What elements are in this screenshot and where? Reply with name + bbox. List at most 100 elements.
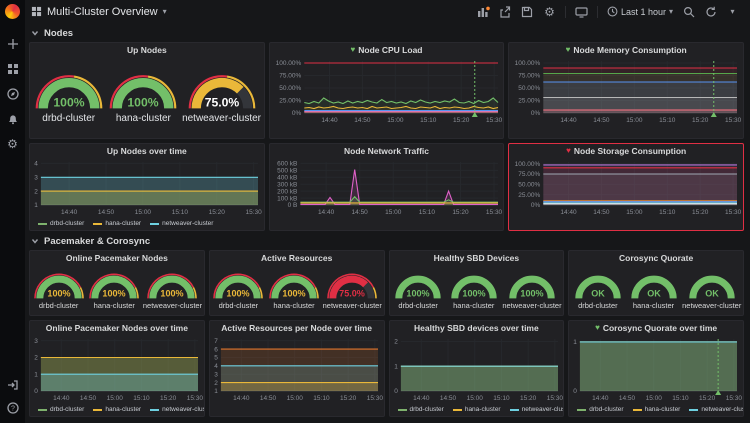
gauge: 75.0% netweaver-cluster bbox=[323, 269, 382, 310]
network-traffic-chart[interactable]: 14:40 14:50 15:00 15:10 15:20 15:30 600 kB 500 … bbox=[270, 158, 504, 230]
configuration-gear-icon[interactable]: ⚙ bbox=[6, 137, 20, 151]
svg-text:OK: OK bbox=[647, 288, 661, 298]
resources-over-time-chart[interactable]: 14:40 14:50 15:00 15:10 15:20 15:30 7 6 5 4 3 2 1 bbox=[210, 335, 384, 416]
time-range-picker[interactable]: Last 1 hour ▾ bbox=[604, 3, 676, 20]
online-pacemaker-gauges[interactable]: 100% drbd-cluster 100% hana-cluster 100% netw… bbox=[30, 265, 204, 315]
alerting-bell-icon[interactable] bbox=[6, 112, 20, 126]
legend-item[interactable]: netweaver-cluster bbox=[150, 406, 204, 413]
panel-header[interactable]: ♥ Node CPU Load bbox=[270, 43, 504, 57]
svg-text:3: 3 bbox=[34, 338, 38, 345]
panel-header[interactable]: Active Resources per Node over time bbox=[210, 321, 384, 335]
dashboard-title-group[interactable]: Multi-Cluster Overview ▾ bbox=[31, 6, 167, 18]
create-plus-icon[interactable] bbox=[6, 37, 20, 51]
svg-text:15:00: 15:00 bbox=[627, 117, 644, 124]
node-cpu-load-chart[interactable]: 14:40 14:50 15:00 15:10 15:20 15:30 100.00% 75.… bbox=[270, 57, 504, 138]
svg-text:15:00: 15:00 bbox=[135, 209, 152, 216]
panel-header[interactable]: Healthy SBD devices over time bbox=[390, 321, 564, 335]
grafana-logo[interactable] bbox=[0, 0, 25, 23]
time-range-label: Last 1 hour bbox=[620, 6, 666, 17]
section-label: Nodes bbox=[44, 27, 74, 39]
sbd-over-time-chart[interactable]: 14:40 14:50 15:00 15:10 15:20 15:30 2 1 0 bbox=[390, 335, 564, 403]
svg-text:14:50: 14:50 bbox=[594, 117, 611, 124]
legend-item[interactable]: drbd-cluster bbox=[577, 406, 624, 413]
svg-text:3: 3 bbox=[34, 174, 38, 181]
svg-text:300 kB: 300 kB bbox=[277, 181, 297, 188]
panel-header[interactable]: Up Nodes bbox=[30, 43, 264, 57]
panel-corosync-quorate: Corosync Quorate OK drbd-cluster OK hana-cl… bbox=[568, 250, 744, 316]
panel-title-text: Healthy SBD devices over time bbox=[414, 323, 539, 333]
row-header-pacemaker-corosync[interactable]: Pacemaker & Corosync bbox=[31, 235, 744, 247]
svg-text:1: 1 bbox=[214, 388, 218, 395]
panel-header[interactable]: Up Nodes over time bbox=[30, 144, 264, 158]
legend-item[interactable]: hana-cluster bbox=[632, 406, 680, 413]
explore-compass-icon[interactable] bbox=[6, 87, 20, 101]
save-button[interactable] bbox=[518, 3, 537, 20]
gauge-cluster-label: drbd-cluster bbox=[578, 300, 618, 310]
gauge-cluster-label: netweaver-cluster bbox=[182, 113, 261, 124]
legend-item[interactable]: drbd-cluster bbox=[397, 406, 444, 413]
panel-title-text: Node CPU Load bbox=[358, 45, 423, 55]
corosync-quorate-gauges[interactable]: OK drbd-cluster OK hana-cluster OK netweaver-… bbox=[569, 265, 743, 315]
quorate-over-time-chart[interactable]: 14:40 14:50 15:00 15:10 15:20 15:30 1 0 bbox=[569, 335, 743, 403]
svg-text:0: 0 bbox=[394, 388, 398, 395]
gauge-cluster-label: netweaver-cluster bbox=[502, 300, 562, 310]
legend-series-label: netweaver-cluster bbox=[701, 406, 743, 413]
help-icon[interactable]: ? bbox=[6, 401, 20, 415]
panel-title-text: Node Storage Consumption bbox=[573, 146, 687, 156]
gauge-arc: 100% bbox=[451, 275, 497, 298]
panel-title-text: Node Memory Consumption bbox=[573, 45, 687, 55]
legend-item[interactable]: hana-cluster bbox=[452, 406, 501, 413]
settings-gear-button[interactable]: ⚙ bbox=[540, 3, 559, 20]
sign-in-icon[interactable] bbox=[6, 378, 20, 392]
gauge: 100% drbd-cluster bbox=[33, 69, 105, 124]
gauge-cluster-label: hana-cluster bbox=[632, 300, 675, 310]
refresh-button[interactable] bbox=[701, 3, 720, 20]
dashboard-title[interactable]: Multi-Cluster Overview bbox=[47, 6, 158, 18]
svg-text:50.00%: 50.00% bbox=[519, 85, 541, 92]
svg-text:4: 4 bbox=[214, 363, 218, 370]
node-storage-chart[interactable]: 14:40 14:50 15:00 15:10 15:20 15:30 100.00% 75.… bbox=[509, 158, 743, 230]
legend-item[interactable]: netweaver-cluster bbox=[150, 220, 213, 227]
alert-state-heart-icon: ♥ bbox=[565, 45, 571, 54]
svg-text:15:00: 15:00 bbox=[627, 209, 644, 216]
legend-item[interactable]: hana-cluster bbox=[93, 406, 141, 413]
row-header-nodes[interactable]: Nodes bbox=[31, 27, 744, 39]
panel-header[interactable]: Online Pacemaker Nodes over time bbox=[30, 321, 204, 335]
zoom-out-button[interactable] bbox=[679, 3, 698, 20]
cycle-view-mode-button[interactable] bbox=[572, 3, 591, 20]
up-nodes-over-time-chart[interactable]: 14:40 14:50 15:00 15:10 15:20 15:30 4 3 2 1 bbox=[30, 158, 264, 217]
svg-text:14:50: 14:50 bbox=[351, 209, 368, 216]
svg-text:7: 7 bbox=[214, 338, 218, 345]
panel-header[interactable]: Node Network Traffic bbox=[270, 144, 504, 158]
panel-header[interactable]: Online Pacemaker Nodes bbox=[30, 251, 204, 265]
svg-text:2: 2 bbox=[214, 380, 218, 387]
svg-text:3: 3 bbox=[214, 371, 218, 378]
active-resources-gauges[interactable]: 100% drbd-cluster 100% hana-cluster 75.0% net… bbox=[210, 265, 384, 315]
share-button[interactable] bbox=[496, 3, 515, 20]
legend-series-color bbox=[397, 408, 407, 411]
legend-item[interactable]: netweaver-cluster bbox=[689, 406, 743, 413]
refresh-interval-dropdown[interactable]: ▾ bbox=[723, 3, 742, 20]
panel-header[interactable]: Active Resources bbox=[210, 251, 384, 265]
legend-item[interactable]: drbd-cluster bbox=[38, 406, 84, 413]
panel-header[interactable]: ♥ Node Memory Consumption bbox=[509, 43, 743, 57]
panel-header[interactable]: ♥ Corosync Quorate over time bbox=[569, 321, 743, 335]
panel-title-text: Online Pacemaker Nodes over time bbox=[45, 323, 188, 333]
svg-text:15:00: 15:00 bbox=[385, 209, 402, 216]
panel-header[interactable]: ♥ Node Storage Consumption bbox=[509, 144, 743, 158]
legend-item[interactable]: hana-cluster bbox=[93, 220, 141, 227]
node-memory-chart[interactable]: 14:40 14:50 15:00 15:10 15:20 15:30 100.00% 75.… bbox=[509, 57, 743, 138]
dashboards-grid-icon[interactable] bbox=[6, 62, 20, 76]
gauge: OK hana-cluster bbox=[627, 269, 681, 310]
legend-item[interactable]: netweaver-cluster bbox=[509, 406, 563, 413]
svg-text:0%: 0% bbox=[292, 110, 302, 117]
up-nodes-gauges[interactable]: 100% drbd-cluster 100% hana-cluster 75.0% net… bbox=[30, 57, 264, 138]
add-panel-button[interactable] bbox=[474, 3, 493, 20]
pacemaker-over-time-chart[interactable]: 14:40 14:50 15:00 15:10 15:20 15:30 3 2 1 0 bbox=[30, 335, 204, 403]
legend-item[interactable]: drbd-cluster bbox=[38, 220, 84, 227]
panel-header[interactable]: Healthy SBD Devices bbox=[390, 251, 564, 265]
gauge: 100% netweaver-cluster bbox=[502, 269, 562, 310]
panel-header[interactable]: Corosync Quorate bbox=[569, 251, 743, 265]
healthy-sbd-gauges[interactable]: 100% drbd-cluster 100% hana-cluster 100% netw… bbox=[390, 265, 564, 315]
gauge: 100% hana-cluster bbox=[267, 269, 321, 310]
